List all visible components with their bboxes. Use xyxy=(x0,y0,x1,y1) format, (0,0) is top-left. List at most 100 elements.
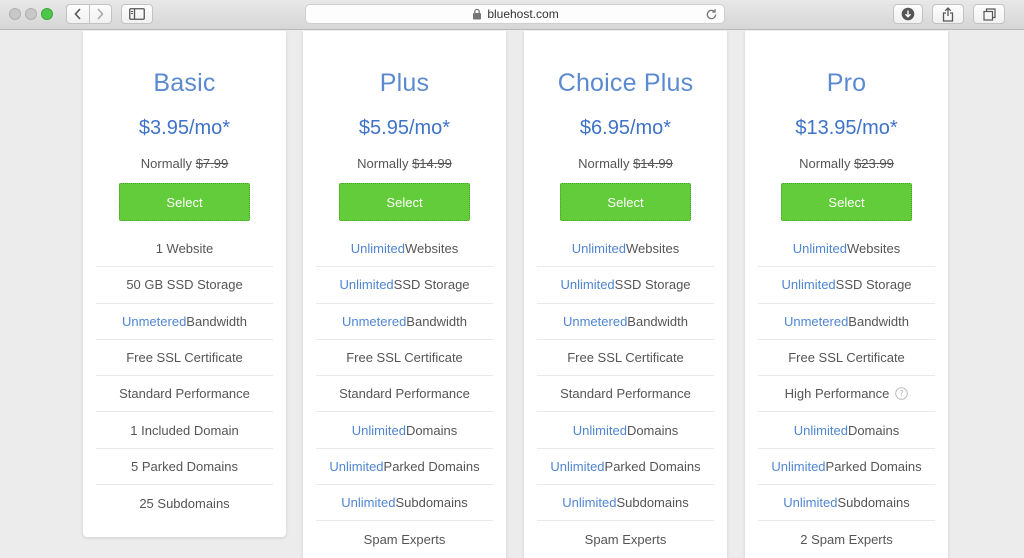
feature-highlight: Unmetered xyxy=(341,313,407,329)
feature-highlight: Unlimited xyxy=(350,241,405,257)
download-icon xyxy=(901,7,915,21)
select-button[interactable]: Select xyxy=(560,183,691,221)
share-icon xyxy=(942,6,954,22)
show-tabs-button[interactable] xyxy=(973,4,1005,24)
feature-text: Websites xyxy=(846,241,901,257)
help-circle-icon[interactable]: ? xyxy=(895,387,909,401)
feature-list: Unlimited Websites Unlimited SSD Storage… xyxy=(316,231,493,558)
feature-text: Bandwidth xyxy=(627,313,689,329)
feature-text: Free SSL Certificate xyxy=(126,350,243,366)
plan-card-plus: Plus $5.95/mo* Normally $14.99 Select Un… xyxy=(303,31,506,558)
plan-card-basic: Basic $3.95/mo* Normally $7.99 Select 1 … xyxy=(83,31,286,537)
window-minimize-button[interactable] xyxy=(25,8,37,20)
feature-item: Unlimited Domains xyxy=(758,412,935,449)
svg-text:?: ? xyxy=(900,390,905,400)
chevron-right-icon xyxy=(97,8,105,20)
chevron-left-icon xyxy=(74,8,81,20)
feature-item: Unlimited SSD Storage xyxy=(758,267,935,304)
sidebar-icon xyxy=(129,8,145,20)
feature-highlight: Unlimited xyxy=(351,422,406,438)
feature-text: Domains xyxy=(626,422,679,438)
feature-text: Spam Experts xyxy=(584,532,667,548)
feature-item: Unlimited Domains xyxy=(316,412,493,449)
feature-item: 5 Parked Domains xyxy=(96,449,273,486)
feature-text: Bandwidth xyxy=(406,313,468,329)
feature-text: Bandwidth xyxy=(848,313,910,329)
tabs-icon xyxy=(982,7,996,21)
reload-icon[interactable] xyxy=(705,8,718,21)
feature-highlight: Unlimited xyxy=(329,458,384,474)
feature-text: Free SSL Certificate xyxy=(346,350,463,366)
feature-highlight: Unlimited xyxy=(560,277,615,293)
share-button[interactable] xyxy=(932,4,964,24)
feature-item: Unlimited Subdomains xyxy=(758,485,935,522)
address-bar[interactable]: bluehost.com xyxy=(305,4,725,24)
feature-highlight: Unlimited xyxy=(571,241,626,257)
feature-text: Parked Domains xyxy=(825,458,922,474)
feature-text: Spam Experts xyxy=(363,532,446,548)
feature-item: Unlimited SSD Storage xyxy=(316,267,493,304)
feature-text: Websites xyxy=(625,241,680,257)
feature-item: Unlimited Websites xyxy=(316,231,493,268)
feature-text: Subdomains xyxy=(616,495,689,511)
regular-price: Normally $14.99 xyxy=(524,156,727,171)
feature-item: Unlimited Subdomains xyxy=(316,485,493,522)
sidebar-button[interactable] xyxy=(121,4,153,24)
select-button[interactable]: Select xyxy=(781,183,912,221)
feature-text: Subdomains xyxy=(395,495,468,511)
feature-highlight: Unlimited xyxy=(562,495,617,511)
feature-list: 1 Website 50 GB SSD Storage Unmetered Ba… xyxy=(96,231,273,521)
forward-button[interactable] xyxy=(88,5,111,23)
plan-price: $3.95/mo* xyxy=(138,117,231,139)
feature-list: Unlimited Websites Unlimited SSD Storage… xyxy=(537,231,714,558)
feature-item: Free SSL Certificate xyxy=(96,340,273,377)
window-zoom-button[interactable] xyxy=(41,8,53,20)
feature-text: Standard Performance xyxy=(119,386,250,402)
feature-text: Standard Performance xyxy=(560,386,691,402)
plan-name: Basic xyxy=(153,69,216,97)
feature-highlight: Unlimited xyxy=(771,458,826,474)
feature-item: Unlimited Parked Domains xyxy=(537,449,714,486)
feature-text: Standard Performance xyxy=(339,386,470,402)
downloads-button[interactable] xyxy=(893,4,923,24)
feature-item: 50 GB SSD Storage xyxy=(96,267,273,304)
feature-item: Unlimited Subdomains xyxy=(537,485,714,522)
feature-highlight: Unlimited xyxy=(781,277,836,293)
window-close-button[interactable] xyxy=(9,8,21,20)
feature-highlight: Unlimited xyxy=(550,458,605,474)
plan-price: $5.95/mo* xyxy=(358,117,451,139)
feature-item: Unlimited Parked Domains xyxy=(316,449,493,486)
select-button[interactable]: Select xyxy=(119,183,250,221)
feature-item: 1 Included Domain xyxy=(96,412,273,449)
feature-item: Unmetered Bandwidth xyxy=(758,304,935,340)
feature-text: Free SSL Certificate xyxy=(567,350,684,366)
feature-item: Free SSL Certificate xyxy=(537,340,714,377)
feature-text: 5 Parked Domains xyxy=(131,458,238,474)
feature-text: Subdomains xyxy=(837,495,910,511)
url-text: bluehost.com xyxy=(487,7,559,21)
feature-text: 1 Website xyxy=(155,241,214,257)
regular-price: Normally $14.99 xyxy=(303,156,506,171)
feature-text: 1 Included Domain xyxy=(130,422,239,438)
feature-text: SSD Storage xyxy=(393,277,470,293)
feature-item: Unmetered Bandwidth xyxy=(537,304,714,340)
plan-name: Choice Plus xyxy=(557,69,694,97)
regular-price: Normally $23.99 xyxy=(745,156,948,171)
feature-text: Websites xyxy=(404,241,459,257)
feature-highlight: Unlimited xyxy=(339,277,394,293)
plan-price: $13.95/mo* xyxy=(795,117,898,139)
plan-card-choice-plus: Choice Plus $6.95/mo* Normally $14.99 Se… xyxy=(524,31,727,558)
feature-item: Standard Performance xyxy=(316,376,493,413)
plan-price: $6.95/mo* xyxy=(579,117,672,139)
feature-text: SSD Storage xyxy=(835,277,912,293)
feature-item: 1 Website xyxy=(96,231,273,268)
feature-item: Spam Experts xyxy=(316,521,493,557)
feature-highlight: Unmetered xyxy=(121,313,187,329)
feature-text: Domains xyxy=(847,422,900,438)
regular-price-value: $7.99 xyxy=(195,156,229,171)
feature-item: Unlimited Websites xyxy=(758,231,935,268)
feature-item: Free SSL Certificate xyxy=(316,340,493,377)
back-button[interactable] xyxy=(67,5,89,23)
select-button[interactable]: Select xyxy=(339,183,470,221)
feature-item: High Performance? xyxy=(758,376,935,413)
